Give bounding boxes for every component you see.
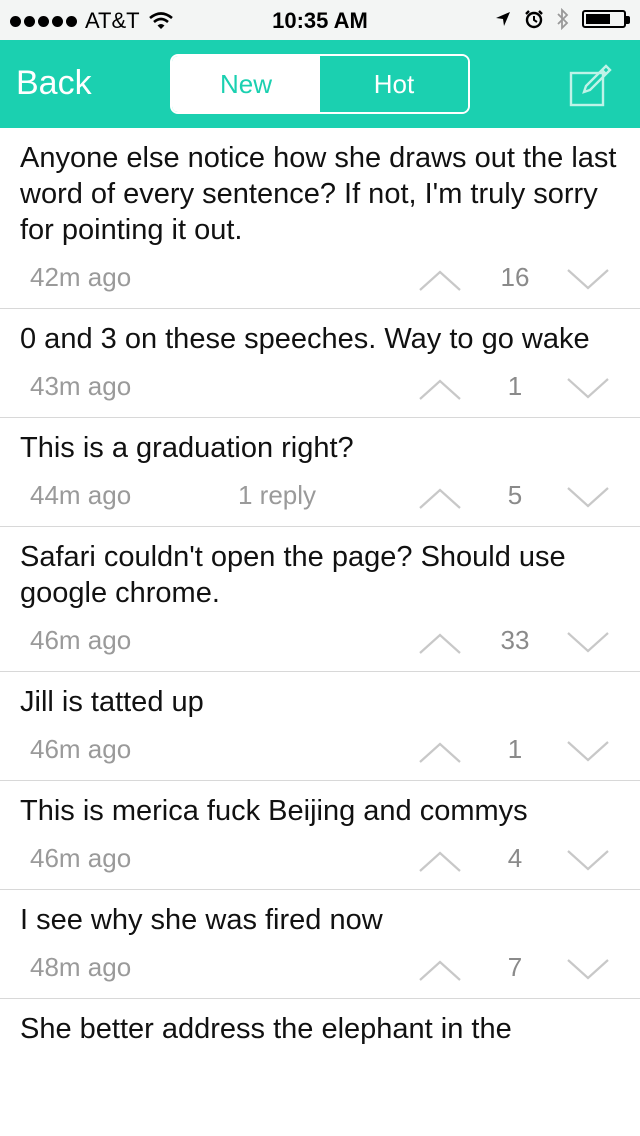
post-item[interactable]: She better address the elephant in the bbox=[0, 999, 640, 1047]
bluetooth-icon bbox=[557, 8, 569, 30]
upvote-chevron-icon[interactable] bbox=[418, 740, 462, 764]
post-time: 46m ago bbox=[30, 734, 132, 764]
vote-count: 33 bbox=[500, 625, 530, 655]
post-item[interactable]: Anyone else notice how she draws out the… bbox=[0, 128, 640, 309]
downvote-chevron-icon[interactable] bbox=[566, 631, 610, 655]
vote-count: 1 bbox=[507, 371, 523, 401]
alarm-icon bbox=[525, 10, 543, 29]
post-item[interactable]: This is a graduation right? 44m ago 1 re… bbox=[0, 418, 640, 527]
status-right bbox=[494, 8, 630, 30]
post-item[interactable]: Safari couldn't open the page? Should us… bbox=[0, 527, 640, 672]
post-meta: 42m ago 16 bbox=[0, 248, 640, 308]
post-item[interactable]: Jill is tatted up 46m ago 1 bbox=[0, 672, 640, 781]
post-item[interactable]: I see why she was fired now 48m ago 7 bbox=[0, 890, 640, 999]
tab-new[interactable]: New bbox=[172, 56, 320, 112]
status-bar: AT&T 10:35 AM bbox=[0, 0, 640, 40]
downvote-chevron-icon[interactable] bbox=[566, 740, 610, 764]
vote-count: 5 bbox=[507, 480, 523, 510]
post-meta: 43m ago 1 bbox=[0, 357, 640, 417]
downvote-chevron-icon[interactable] bbox=[566, 958, 610, 982]
compose-icon[interactable] bbox=[568, 62, 614, 108]
back-button[interactable]: Back bbox=[16, 64, 92, 103]
nav-bar: Back New Hot bbox=[0, 40, 640, 128]
post-time: 42m ago bbox=[30, 262, 132, 292]
post-text: This is merica fuck Beijing and commys bbox=[20, 795, 528, 827]
post-time: 48m ago bbox=[30, 952, 132, 982]
location-arrow-icon bbox=[496, 12, 510, 26]
post-time: 46m ago bbox=[30, 843, 132, 873]
downvote-chevron-icon[interactable] bbox=[566, 377, 610, 401]
downvote-chevron-icon[interactable] bbox=[566, 268, 610, 292]
post-text: This is a graduation right? bbox=[20, 432, 354, 464]
post-item[interactable]: 0 and 3 on these speeches. Way to go wak… bbox=[0, 309, 640, 418]
upvote-chevron-icon[interactable] bbox=[418, 631, 462, 655]
tab-hot[interactable]: Hot bbox=[320, 56, 468, 112]
upvote-chevron-icon[interactable] bbox=[418, 849, 462, 873]
post-list: Anyone else notice how she draws out the… bbox=[0, 128, 640, 1047]
post-meta: 44m ago 1 reply 5 bbox=[0, 466, 640, 526]
upvote-chevron-icon[interactable] bbox=[418, 377, 462, 401]
vote-count: 7 bbox=[507, 952, 523, 982]
post-item[interactable]: This is merica fuck Beijing and commys 4… bbox=[0, 781, 640, 890]
upvote-chevron-icon[interactable] bbox=[418, 268, 462, 292]
downvote-chevron-icon[interactable] bbox=[566, 849, 610, 873]
reply-count[interactable]: 1 reply bbox=[238, 480, 316, 511]
post-time: 46m ago bbox=[30, 625, 132, 655]
post-text: She better address the elephant in the bbox=[20, 1013, 512, 1045]
post-text: Anyone else notice how she draws out the… bbox=[20, 142, 617, 246]
battery-icon bbox=[582, 10, 630, 28]
feed-segmented-control: New Hot bbox=[170, 54, 470, 114]
post-time: 44m ago bbox=[30, 480, 132, 510]
upvote-chevron-icon[interactable] bbox=[418, 958, 462, 982]
downvote-chevron-icon[interactable] bbox=[566, 486, 610, 510]
post-meta: 46m ago 1 bbox=[0, 720, 640, 780]
post-text: 0 and 3 on these speeches. Way to go wak… bbox=[20, 323, 590, 355]
post-meta: 48m ago 7 bbox=[0, 938, 640, 998]
post-meta: 46m ago 4 bbox=[0, 829, 640, 889]
post-text: I see why she was fired now bbox=[20, 904, 383, 936]
vote-count: 1 bbox=[507, 734, 523, 764]
post-text: Safari couldn't open the page? Should us… bbox=[20, 541, 566, 609]
post-text: Jill is tatted up bbox=[20, 686, 204, 718]
vote-count: 16 bbox=[500, 262, 530, 292]
vote-count: 4 bbox=[507, 843, 523, 873]
post-time: 43m ago bbox=[30, 371, 132, 401]
post-meta: 46m ago 33 bbox=[0, 611, 640, 671]
upvote-chevron-icon[interactable] bbox=[418, 486, 462, 510]
